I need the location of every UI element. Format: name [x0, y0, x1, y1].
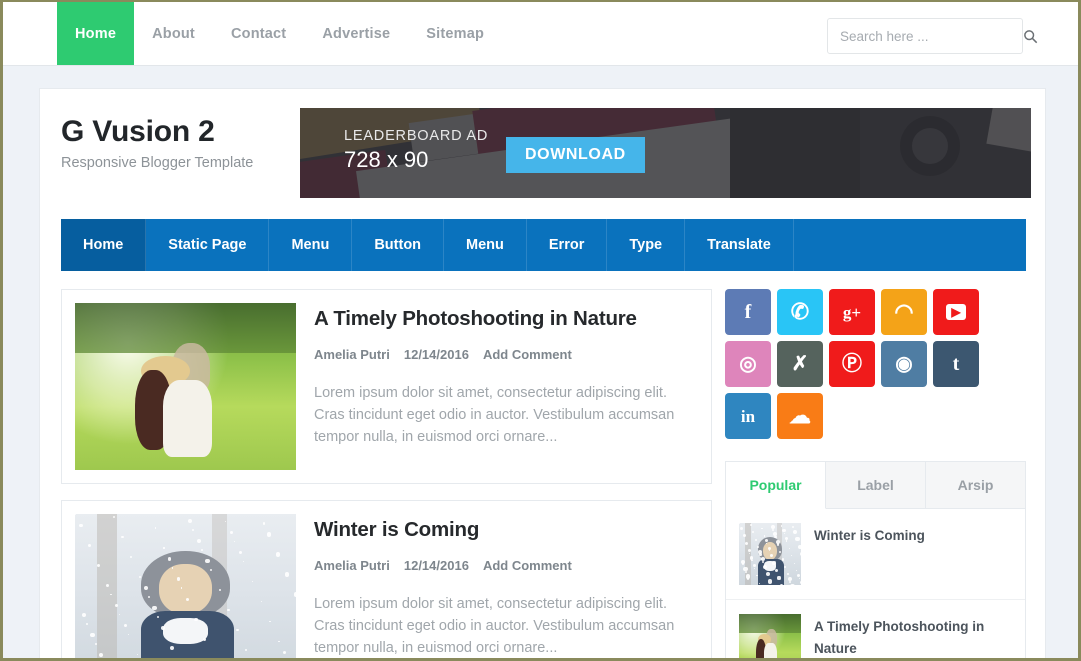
rss-icon[interactable]: ◠ — [881, 289, 927, 335]
mainnav-item-button-3[interactable]: Button — [352, 219, 445, 271]
browser-viewport: HomeAboutContactAdvertiseSitemap G Vusio… — [0, 0, 1081, 661]
post-meta: Amelia Putri 12/14/2016 Add Comment — [314, 347, 698, 362]
post-body: A Timely Photoshooting in Nature Amelia P… — [314, 303, 698, 470]
mainnav-item-translate-7[interactable]: Translate — [685, 219, 794, 271]
post-date: 12/14/2016 — [403, 558, 469, 573]
twitter-icon[interactable]: ✆ — [777, 289, 823, 335]
tab-popular[interactable]: Popular — [726, 462, 826, 509]
search-icon[interactable] — [1023, 29, 1038, 44]
post-author[interactable]: Amelia Putri — [314, 558, 390, 573]
sidebar: f ✆ g+ ◠ ▶ ◎ ✗ Ⓟ ◉ t in ☁ Popular Label Arsip Winter … — [725, 289, 1026, 658]
mainnav-item-type-6[interactable]: Type — [607, 219, 686, 271]
post-thumbnail[interactable] — [75, 514, 296, 658]
ad-text: LEADERBOARD AD 728 x 90 — [344, 128, 488, 173]
site-branding: G Vusion 2 Responsive Blogger Template — [61, 115, 253, 171]
tumblr-glyph: t — [952, 353, 960, 375]
mainnav-item-menu-4[interactable]: Menu — [444, 219, 527, 271]
deviantart-glyph: ✗ — [791, 353, 809, 375]
youtube-icon[interactable]: ▶ — [933, 289, 979, 335]
mainnav-item-error-5[interactable]: Error — [527, 219, 608, 271]
tab-label[interactable]: Label — [826, 462, 926, 508]
tumblr-icon[interactable]: t — [933, 341, 979, 387]
site-tagline: Responsive Blogger Template — [61, 155, 254, 171]
download-button[interactable]: DOWNLOAD — [506, 137, 645, 173]
google-plus-glyph: g+ — [842, 302, 862, 322]
social-icons-widget: f ✆ g+ ◠ ▶ ◎ ✗ Ⓟ ◉ t in ☁ — [725, 289, 1026, 439]
instagram-icon[interactable]: ◉ — [881, 341, 927, 387]
photo-woman-blowing-snow — [739, 523, 801, 585]
popular-post-title[interactable]: A Timely Photoshooting in Nature — [814, 614, 1012, 658]
instagram-glyph: ◉ — [895, 353, 913, 375]
ad-headline: LEADERBOARD AD — [344, 128, 489, 144]
google-plus-icon[interactable]: g+ — [829, 289, 875, 335]
twitter-glyph: ✆ — [790, 299, 810, 324]
post-title[interactable]: Winter is Coming — [314, 518, 698, 542]
youtube-glyph: ▶ — [946, 304, 966, 320]
post-excerpt: Lorem ipsum dolor sit amet, consectetur … — [314, 385, 675, 446]
page-container: G Vusion 2 Responsive Blogger Template L… — [39, 88, 1046, 658]
popular-post-thumbnail[interactable] — [739, 614, 801, 658]
post-card: Winter is Coming Amelia Putri 12/14/2016 Ad… — [61, 500, 712, 658]
top-navigation: Home About Contact Advertise Sitemap — [57, 2, 502, 65]
post-body: Winter is Coming Amelia Putri 12/14/2016 Ad… — [314, 514, 698, 658]
soundcloud-glyph: ☁ — [789, 403, 811, 428]
post-title[interactable]: A Timely Photoshooting in Nature — [314, 307, 698, 331]
dribbble-icon[interactable]: ◎ — [725, 341, 771, 387]
post-thumbnail[interactable] — [75, 303, 296, 470]
post-excerpt: Lorem ipsum dolor sit amet, consectetur … — [314, 596, 675, 657]
tab-arsip[interactable]: Arsip — [926, 462, 1025, 508]
photo-woman-in-sunlit-meadow — [75, 303, 296, 470]
post-meta: Amelia Putri 12/14/2016 Add Comment — [314, 558, 698, 573]
post-date: 12/14/2016 — [403, 347, 469, 362]
topnav-item-advertise[interactable]: Advertise — [304, 2, 408, 65]
post-author[interactable]: Amelia Putri — [314, 347, 390, 362]
topnav-item-sitemap[interactable]: Sitemap — [408, 2, 502, 65]
pinterest-icon[interactable]: Ⓟ — [829, 341, 875, 387]
photo-woman-in-sunlit-meadow — [739, 614, 801, 658]
popular-post-item[interactable]: A Timely Photoshooting in Nature — [726, 600, 1025, 658]
deviantart-icon[interactable]: ✗ — [777, 341, 823, 387]
mainnav-item-home-0[interactable]: Home — [61, 219, 147, 271]
widget-tabs: Popular Label Arsip — [726, 462, 1025, 509]
topnav-item-contact[interactable]: Contact — [213, 2, 304, 65]
rss-glyph: ◠ — [894, 299, 914, 324]
site-title[interactable]: G Vusion 2 — [61, 115, 253, 149]
add-comment-link[interactable]: Add Comment — [483, 347, 572, 362]
main-navigation: Home Static Page Menu Button Menu Error Type Tr… — [61, 219, 1026, 271]
linkedin-icon[interactable]: in — [725, 393, 771, 439]
mainnav-item-menu-2[interactable]: Menu — [269, 219, 353, 271]
search-input[interactable] — [828, 28, 1023, 44]
top-header-bar: Home About Contact Advertise Sitemap — [3, 2, 1078, 66]
dribbble-glyph: ◎ — [739, 353, 757, 375]
facebook-glyph: f — [744, 301, 752, 323]
linkedin-glyph: in — [740, 406, 756, 426]
soundcloud-icon[interactable]: ☁ — [777, 393, 823, 439]
photo-woman-blowing-snow — [75, 514, 296, 658]
popular-post-thumbnail[interactable] — [739, 523, 801, 585]
topnav-item-home[interactable]: Home — [57, 2, 135, 65]
tabbed-widget: Popular Label Arsip Winter is Coming A Time… — [725, 461, 1026, 658]
post-list: A Timely Photoshooting in Nature Amelia P… — [61, 289, 712, 658]
popular-post-title[interactable]: Winter is Coming — [814, 523, 925, 547]
facebook-icon[interactable]: f — [725, 289, 771, 335]
popular-post-item[interactable]: Winter is Coming — [726, 509, 1025, 600]
search-box[interactable] — [827, 18, 1038, 54]
popular-posts-list: Winter is Coming A Timely Photoshooting i… — [726, 509, 1025, 658]
pinterest-glyph: Ⓟ — [842, 353, 862, 375]
ad-dimensions: 728 x 90 — [344, 147, 429, 172]
topnav-item-about[interactable]: About — [134, 2, 213, 65]
mainnav-item-static-page-1[interactable]: Static Page — [146, 219, 270, 271]
post-card: A Timely Photoshooting in Nature Amelia P… — [61, 289, 712, 484]
add-comment-link[interactable]: Add Comment — [483, 558, 572, 573]
site-header: G Vusion 2 Responsive Blogger Template L… — [40, 89, 1045, 215]
leaderboard-ad-banner[interactable]: LEADERBOARD AD 728 x 90 DOWNLOAD — [300, 108, 1031, 198]
